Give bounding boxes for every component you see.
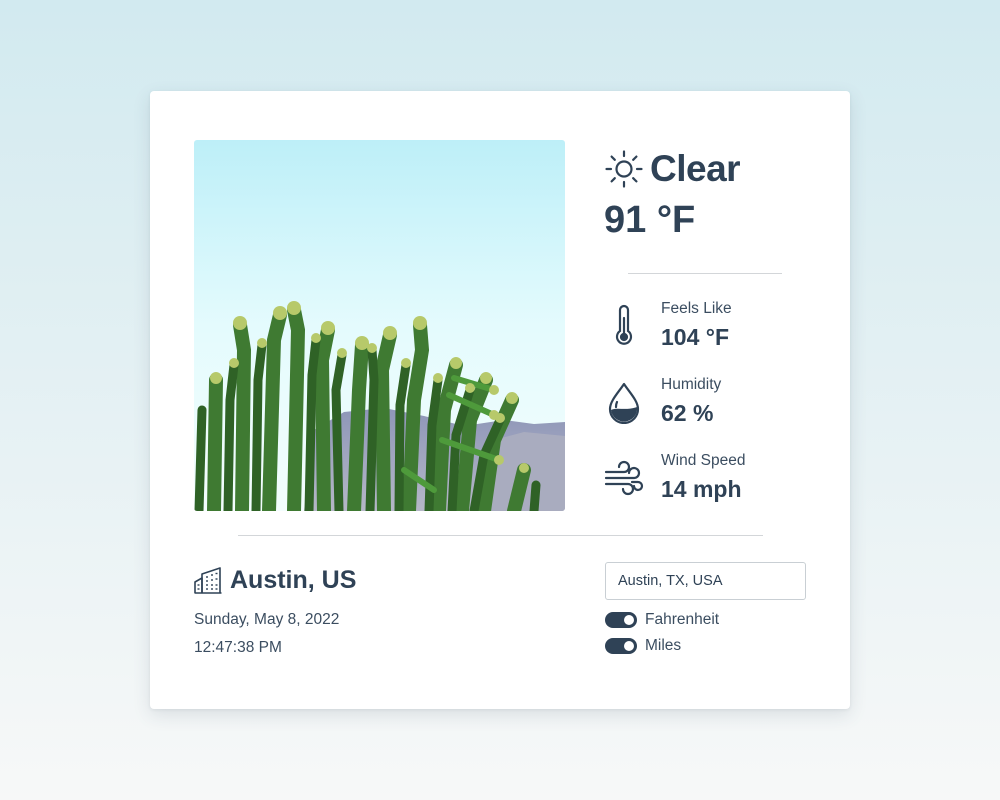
- fahrenheit-toggle[interactable]: Fahrenheit: [605, 610, 719, 630]
- water-drop-icon: [608, 382, 640, 424]
- current-time: 12:47:38 PM: [194, 639, 282, 656]
- weather-card: Clear 91 °F Feels Like 104 °F Humidity 6…: [150, 91, 850, 709]
- metric-value: 62 %: [661, 400, 714, 426]
- current-date: Sunday, May 8, 2022: [194, 611, 340, 628]
- thermometer-icon: [615, 304, 633, 345]
- miles-toggle[interactable]: Miles: [605, 636, 681, 656]
- weather-photo: [194, 140, 565, 511]
- metric-wind-speed: Wind Speed 14 mph: [604, 452, 844, 508]
- metric-label: Humidity: [661, 376, 722, 393]
- condition-row: Clear: [604, 146, 741, 192]
- toggle-knob: [624, 615, 634, 625]
- divider: [628, 273, 782, 274]
- metric-humidity: Humidity 62 %: [604, 376, 844, 432]
- metric-value: 104 °F: [661, 324, 730, 350]
- current-temperature: 91 °F: [604, 199, 696, 241]
- toggle-switch[interactable]: [605, 612, 637, 628]
- city-buildings-icon: [194, 567, 222, 594]
- toggle-label: Miles: [645, 637, 682, 654]
- toggle-knob: [624, 641, 634, 651]
- sun-icon: [605, 150, 643, 188]
- wind-icon: [604, 460, 644, 496]
- metric-label: Feels Like: [661, 300, 732, 317]
- city-row: Austin, US: [194, 563, 356, 597]
- divider: [238, 535, 763, 536]
- toggle-label: Fahrenheit: [645, 611, 720, 628]
- weather-condition: Clear: [650, 148, 741, 189]
- metric-feels-like: Feels Like 104 °F: [604, 300, 844, 356]
- toggle-switch[interactable]: [605, 638, 637, 654]
- city-name: Austin, US: [230, 565, 357, 594]
- metric-value: 14 mph: [661, 476, 742, 502]
- metric-label: Wind Speed: [661, 452, 746, 469]
- location-search-input[interactable]: [605, 562, 806, 600]
